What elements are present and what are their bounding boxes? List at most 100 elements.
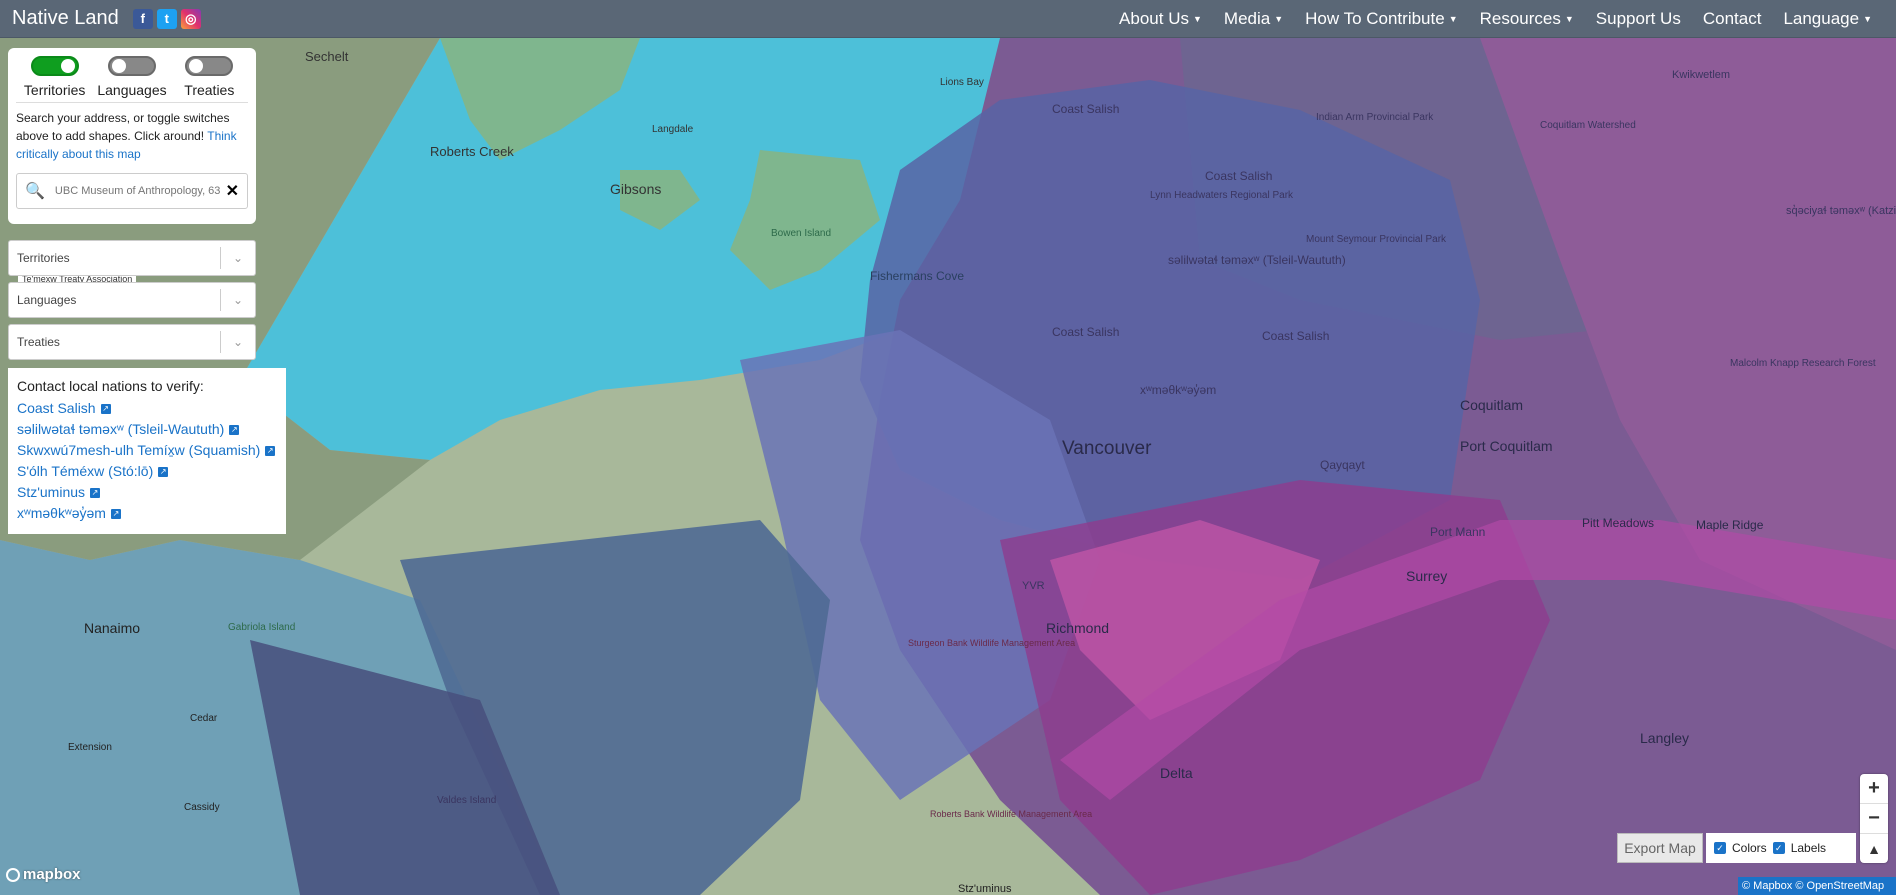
territories-switch[interactable] — [30, 56, 79, 76]
map-label-coast-salish-1: Coast Salish — [1052, 102, 1119, 116]
languages-dropdown[interactable]: Languages ⌄ — [8, 282, 256, 318]
switch-knob — [60, 59, 75, 73]
map-label-roberts-bank: Roberts Bank Wildlife Management Area — [930, 809, 1092, 819]
map-label-kwikwetlem: Kwikwetlem — [1672, 69, 1730, 81]
map-label-tsleil: səlilwətaɬ təməxʷ (Tsleil-Waututh) — [1168, 253, 1346, 267]
map-label-vancouver: Vancouver — [1062, 438, 1152, 459]
toggle-label: Treaties — [184, 82, 235, 98]
nation-link[interactable]: Coast Salish ↗ — [17, 398, 277, 419]
layer-control-panel: Territories Languages Treaties Search yo… — [8, 48, 256, 224]
zoom-controls: + − ▲ — [1860, 774, 1888, 863]
toggle-treaties[interactable]: Treaties — [171, 56, 248, 98]
languages-switch[interactable] — [107, 56, 156, 76]
contact-heading: Contact local nations to verify: — [17, 378, 204, 394]
labels-checkbox[interactable]: ✓ — [1772, 842, 1785, 854]
toggle-label: Languages — [97, 82, 167, 98]
toggle-languages[interactable]: Languages — [93, 56, 170, 98]
map-label-gibsons: Gibsons — [610, 181, 661, 197]
nav-resources[interactable]: Resources ▼ — [1480, 9, 1574, 29]
chevron-down-icon: ⌄ — [232, 293, 244, 307]
mapbox-icon — [6, 867, 20, 882]
external-link-icon: ↗ — [100, 403, 111, 414]
map-label-delta: Delta — [1160, 765, 1193, 781]
switch-knob — [111, 59, 126, 73]
zoom-out-button[interactable]: − — [1860, 804, 1888, 834]
external-link-icon: ↗ — [265, 445, 276, 456]
nav-language[interactable]: Language ▼ — [1783, 9, 1872, 29]
map-label-langley: Langley — [1640, 730, 1689, 746]
map-label-fishermans-cove: Fishermans Cove — [870, 269, 964, 283]
treaties-switch[interactable] — [185, 56, 234, 76]
nav-media[interactable]: Media ▼ — [1224, 9, 1283, 29]
map-label-extension: Extension — [68, 742, 112, 753]
toggle-territories[interactable]: Territories — [16, 56, 93, 98]
map-label-indian-arm: Indian Arm Provincial Park — [1316, 112, 1434, 123]
colors-label: Colors — [1732, 841, 1767, 855]
map-label-langdale: Langdale — [652, 124, 694, 135]
map-label-yvr: YVR — [1022, 580, 1045, 592]
close-icon[interactable]: ✕ — [226, 181, 239, 201]
map-label-port-mann: Port Mann — [1430, 525, 1485, 539]
map-label-cedar: Cedar — [190, 713, 218, 724]
map-label-gabriola: Gabriola Island — [228, 622, 295, 633]
map-attribution[interactable]: © Mapbox © OpenStreetMap — [1738, 877, 1896, 895]
map-label-qayqayt: Qayqayt — [1320, 458, 1365, 472]
chevron-down-icon: ⌄ — [232, 251, 244, 265]
map-label-roberts-creek: Roberts Creek — [430, 144, 514, 159]
nav-contact[interactable]: Contact — [1703, 9, 1762, 29]
map-label-musqueam: xʷməθkʷəy̓əm — [1140, 383, 1216, 397]
social-links: f t ◎ — [132, 8, 201, 29]
nation-link[interactable]: xʷməθkʷəy̓əm ↗ — [17, 503, 277, 524]
nav-support-us[interactable]: Support Us — [1596, 9, 1681, 29]
export-map-button[interactable]: Export Map — [1617, 833, 1703, 863]
external-link-icon: ↗ — [158, 466, 169, 477]
nav-menu: About Us ▼ Media ▼ How To Contribute ▼ Reso… — [1119, 9, 1872, 29]
map-label-bowen-island: Bowen Island — [771, 228, 831, 239]
map-label-coquitlam-watershed: Coquitlam Watershed — [1540, 120, 1636, 131]
map-label-stzuminus: Stz'uminus — [958, 883, 1012, 895]
labels-label: Labels — [1790, 841, 1827, 855]
caret-down-icon: ▼ — [1863, 13, 1872, 24]
external-link-icon: ↗ — [229, 424, 240, 435]
switch-knob — [189, 59, 204, 73]
nav-about-us[interactable]: About Us ▼ — [1119, 9, 1202, 29]
map-label-sechelt: Sechelt — [305, 49, 349, 64]
nation-link[interactable]: S'ólh Téméxw (Stó:lō) ↗ — [17, 461, 277, 482]
map-label-maple-ridge: Maple Ridge — [1696, 518, 1764, 532]
caret-down-icon: ▼ — [1192, 13, 1202, 24]
nation-link[interactable]: səlilwətaɬ təməxʷ (Tsleil-Waututh) ↗ — [17, 419, 277, 440]
chevron-down-icon: ⌄ — [232, 335, 244, 349]
map-label-port-coquitlam: Port Coquitlam — [1460, 438, 1553, 454]
caret-down-icon: ▼ — [1564, 13, 1574, 24]
instagram-icon[interactable]: ◎ — [180, 8, 201, 29]
nation-link[interactable]: Stz'uminus ↗ — [17, 482, 277, 503]
nation-link[interactable]: Skwxwú7mesh-ulh Temíx̱w (Squamish) ↗ — [17, 440, 277, 461]
treaties-dropdown[interactable]: Treaties ⌄ — [8, 324, 256, 360]
compass-button[interactable]: ▲ — [1860, 834, 1888, 863]
search-icon: 🔍 — [25, 183, 45, 200]
instructions-text: Search your address, or toggle switches … — [16, 111, 237, 161]
contact-nations-box: Contact local nations to verify: Coast S… — [8, 368, 286, 534]
facebook-icon[interactable]: f — [132, 8, 153, 29]
map-label-cassidy: Cassidy — [184, 802, 220, 813]
brand-logo[interactable]: Native Land — [12, 7, 119, 30]
address-search[interactable]: 🔍 ✕ — [16, 173, 248, 209]
search-input[interactable] — [52, 184, 226, 198]
twitter-icon[interactable]: t — [156, 8, 177, 29]
map-label-nanaimo: Nanaimo — [84, 620, 140, 636]
map-label-coast-salish-2: Coast Salish — [1205, 169, 1272, 183]
map-label-valdes: Valdes Island — [437, 795, 496, 806]
colors-checkbox[interactable]: ✓ — [1714, 842, 1726, 854]
map-label-coast-salish-4: Coast Salish — [1262, 329, 1329, 343]
map-label-pitt-meadows: Pitt Meadows — [1582, 516, 1654, 530]
caret-down-icon: ▼ — [1448, 13, 1458, 24]
zoom-in-button[interactable]: + — [1860, 774, 1888, 804]
map-label-lynn: Lynn Headwaters Regional Park — [1150, 190, 1294, 201]
nav-how-to-contribute[interactable]: How To Contribute ▼ — [1305, 9, 1457, 29]
mapbox-logo[interactable]: mapbox — [6, 866, 81, 883]
toggle-label: Territories — [23, 82, 86, 98]
map-label-coquitlam: Coquitlam — [1460, 397, 1523, 413]
territories-dropdown[interactable]: Territories ⌄ — [8, 240, 256, 276]
map-label-lions-bay: Lions Bay — [940, 77, 984, 88]
external-link-icon: ↗ — [90, 487, 101, 498]
